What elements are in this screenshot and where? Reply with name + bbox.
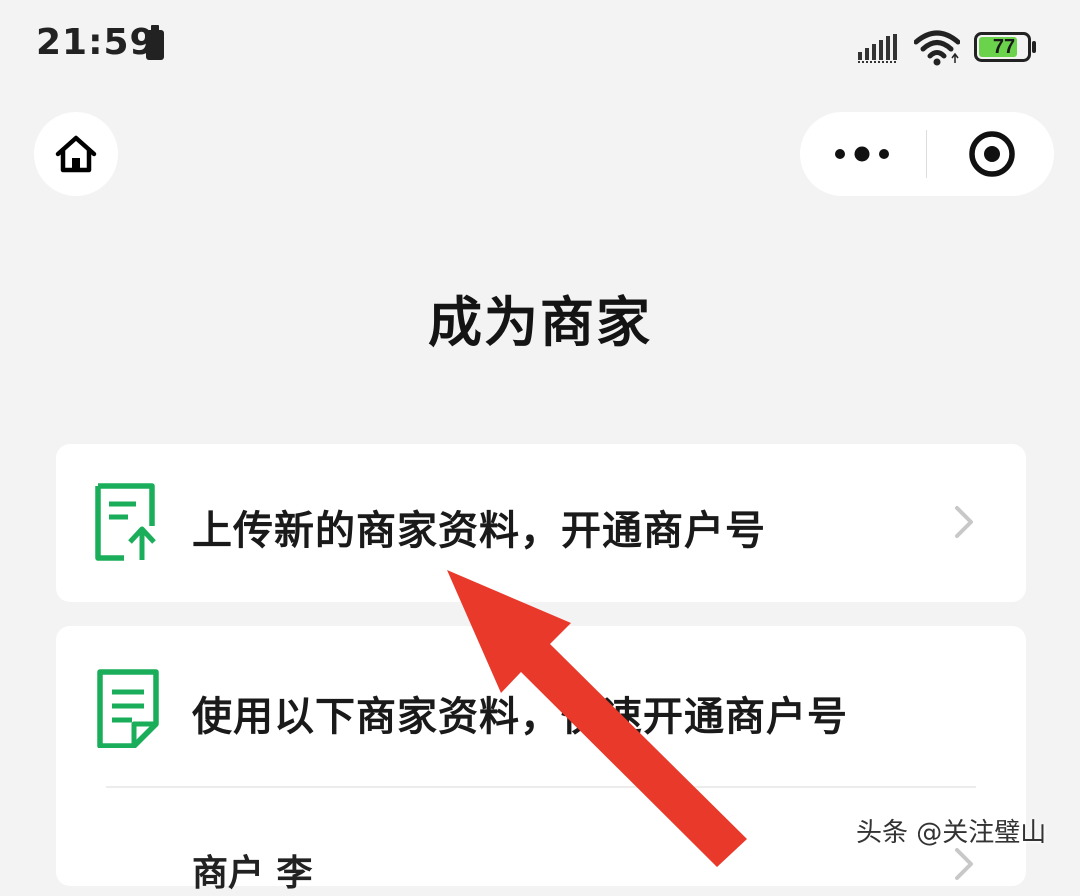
merchant-list-item[interactable]: 商户 李	[192, 844, 313, 896]
annotation-arrow-icon	[447, 570, 747, 867]
document-list-icon	[97, 669, 159, 748]
home-button[interactable]	[34, 112, 118, 196]
signal-icon	[858, 34, 898, 63]
capsule-divider	[926, 130, 927, 178]
chevron-right-icon	[955, 506, 973, 538]
target-close-icon	[969, 131, 1015, 177]
chevron-right-icon	[955, 848, 973, 880]
page-title: 成为商家	[428, 291, 652, 354]
watermark: 头条 @关注璧山	[856, 818, 1047, 848]
battery-level: 77	[992, 36, 1016, 58]
close-button[interactable]	[930, 112, 1054, 196]
upload-new-merchant-label: 上传新的商家资料，开通商户号	[192, 508, 766, 554]
mini-program-capsule	[800, 112, 1054, 196]
status-bar: 21:59 77	[0, 0, 1080, 96]
wifi-icon	[914, 30, 960, 66]
more-button[interactable]	[800, 112, 924, 196]
home-icon	[55, 135, 97, 173]
document-upload-icon	[95, 483, 156, 561]
more-dots-icon	[835, 146, 889, 162]
battery-saver-icon	[146, 25, 164, 60]
status-time: 21:59	[36, 22, 156, 63]
